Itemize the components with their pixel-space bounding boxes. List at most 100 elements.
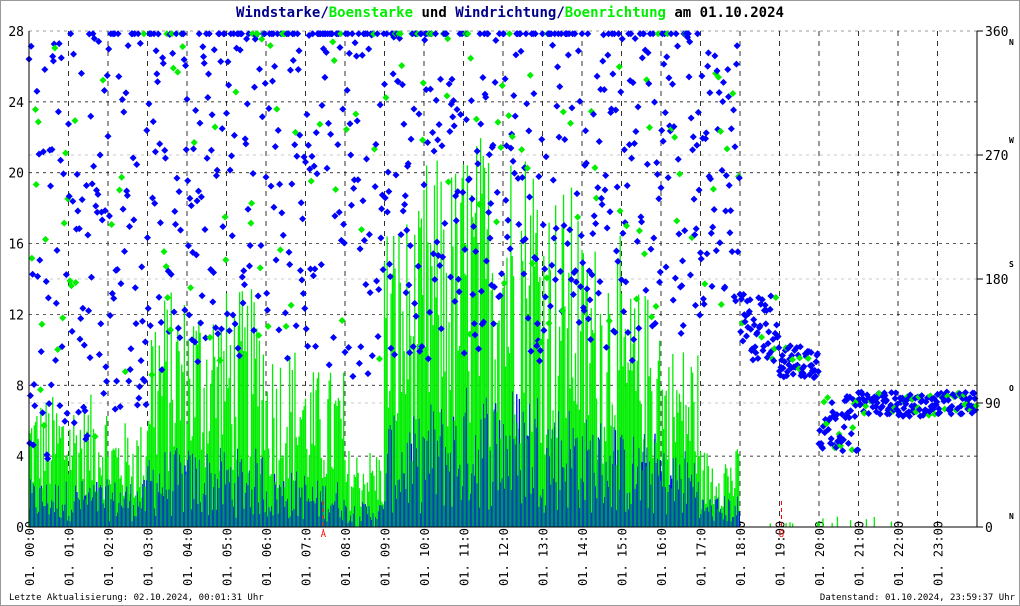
gust-direction-point [772,293,780,301]
wind-direction-point [697,249,704,257]
wind-direction-point [201,226,209,234]
gust-direction-point [616,207,624,215]
wind-direction-point [136,383,144,391]
x-tick-label: 01. 06:00 [260,521,274,586]
wind-direction-point [74,207,82,215]
wind-direction-point [138,263,146,271]
wind-direction-point [276,180,284,188]
wind-direction-point [828,399,836,407]
compass-label: N [1009,38,1014,47]
wind-direction-point [230,131,238,139]
wind-direction-point [126,222,134,230]
gust-direction-point [332,186,340,194]
wind-direction-point [300,153,308,161]
wind-direction-point [628,154,636,162]
wind-direction-point [385,188,393,196]
wind-direction-point [696,311,704,319]
gust-direction-point [316,120,324,128]
wind-direction-point [240,267,248,275]
wind-direction-point [327,130,335,138]
gust-direction-point [559,108,567,116]
wind-direction-point [403,226,411,234]
wind-direction-point [656,278,664,286]
wind-direction-point [295,47,303,55]
wind-direction-point [724,65,732,73]
wind-direction-point [526,193,534,201]
wind-direction-point [182,146,190,154]
wind-direction-point [251,83,259,91]
x-tick-label: 01. 04:00 [181,521,195,586]
wind-direction-point [55,40,63,48]
wind-direction-point [47,381,55,389]
wind-direction-point [669,296,677,304]
gust-direction-point [91,433,99,441]
wind-direction-point [265,105,273,113]
wind-direction-point [359,197,367,205]
wind-direction-point [638,218,646,226]
wind-direction-point [143,126,151,134]
wind-direction-point [123,192,131,200]
wind-direction-point [169,49,177,57]
wind-direction-point [321,73,329,81]
wind-direction-point [609,70,617,78]
wind-direction-point [502,196,510,204]
wind-direction-point [291,141,299,149]
gust-direction-point [211,123,219,131]
wind-direction-point [204,94,212,102]
wind-direction-point [618,35,626,43]
wind-direction-point [643,160,651,168]
wind-direction-point [175,188,183,196]
wind-direction-point [330,334,338,342]
gust-direction-point [605,317,613,325]
wind-direction-point [303,111,311,119]
wind-direction-point [289,56,297,64]
wind-direction-point [228,232,236,240]
wind-direction-point [381,80,388,88]
wind-direction-point [592,220,600,228]
gust-direction-point [118,173,126,181]
wind-direction-point [197,319,205,327]
wind-direction-point [219,223,227,231]
wind-direction-point [378,205,386,213]
wind-direction-point [374,333,382,341]
wind-direction-point [657,184,665,192]
wind-direction-point [411,299,419,307]
wind-direction-point [510,169,518,177]
wind-direction-point [228,152,236,160]
wind-direction-point [145,100,153,108]
wind-direction-point [68,327,76,335]
gust-direction-point [59,314,67,322]
y2-tick-label: 180 [985,273,1008,288]
wind-direction-point [302,158,309,166]
wind-direction-point [130,216,138,224]
wind-direction-point [642,286,650,294]
wind-direction-point [124,42,132,50]
wind-direction-point [298,276,306,284]
wind-direction-point [203,154,211,162]
wind-direction-point [120,108,128,116]
wind-direction-point [324,119,332,127]
compass-label: W [1009,136,1014,145]
wind-direction-point [229,311,237,319]
wind-direction-point [207,146,215,154]
wind-direction-point [625,141,633,149]
wind-direction-point [365,230,373,238]
wind-direction-point [709,223,717,231]
wind-direction-point [691,301,699,309]
wind-direction-point [510,92,518,100]
wind-direction-point [429,128,437,136]
wind-direction-point [426,85,434,93]
wind-direction-point [546,302,554,310]
y-tick-label: 12 [8,308,24,323]
data-status: Datenstand: 01.10.2024, 23:59:37 Uhr [819,593,1015,603]
wind-direction-point [601,186,609,194]
wind-direction-point [593,72,601,80]
wind-direction-point [249,170,257,178]
wind-direction-point [37,348,45,356]
gust-direction-point [676,170,684,178]
gust-direction-point [472,115,480,123]
wind-direction-point [271,62,279,70]
wind-direction-point [362,280,370,288]
wind-direction-point [568,104,576,112]
wind-direction-point [267,182,275,190]
